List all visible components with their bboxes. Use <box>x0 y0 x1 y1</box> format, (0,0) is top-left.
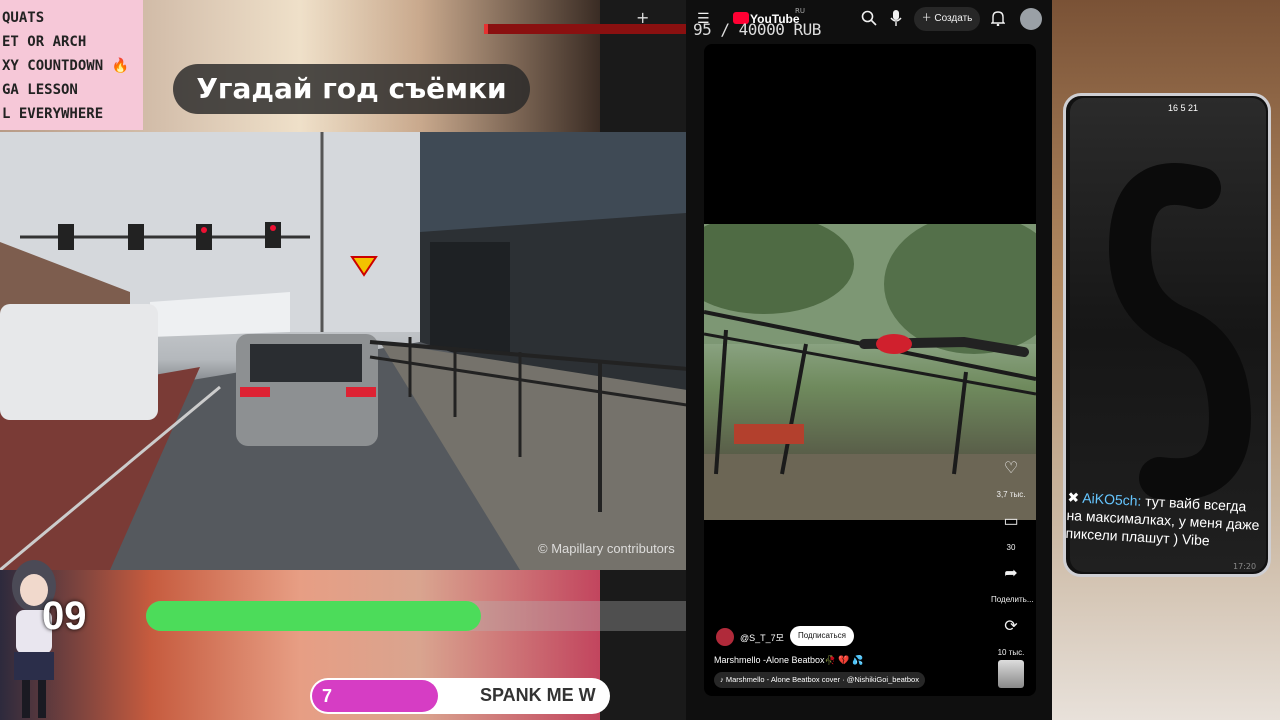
share-label: Поделить... <box>991 595 1034 604</box>
promo-line: ET OR ARCH <box>2 34 87 50</box>
like-count: 3,7 тыс. <box>996 490 1026 499</box>
phone-status-bar: 16 5 21 <box>1168 103 1199 113</box>
create-button[interactable]: ＋ Создать <box>914 7 980 31</box>
chat-username: AiKO5ch: <box>1081 489 1142 509</box>
pink-bar-text: SPANK ME W <box>480 685 596 705</box>
remix-count: 10 тыс. <box>997 648 1025 657</box>
share-button[interactable]: ➦ Поделить... <box>991 563 1034 604</box>
remix-button[interactable]: ⟳ 10 тыс. <box>991 616 1031 657</box>
traffic-light <box>58 224 74 250</box>
mic-icon[interactable] <box>890 10 902 30</box>
promo-line: XY COUNTDOWN 🔥 <box>2 58 130 74</box>
comment-icon: ▭ <box>1003 513 1019 530</box>
sound-chip[interactable]: ♪ Marshmello - Alone Beatbox cover · @Ni… <box>714 672 925 688</box>
short-video[interactable] <box>704 224 1036 520</box>
green-progress-fill <box>146 601 481 631</box>
channel-avatar[interactable] <box>716 628 734 646</box>
share-icon: ➦ <box>1004 565 1018 582</box>
plus-icon: ＋ <box>921 13 935 24</box>
round-counter: 09 <box>42 594 87 638</box>
like-button[interactable]: ♡ 3,7 тыс. <box>991 458 1031 499</box>
chat-icon: ✖ <box>1067 488 1083 506</box>
mapillary-credit: © Mapillary contributors <box>538 541 675 556</box>
comment-count: 30 <box>1006 543 1016 552</box>
promo-panel: QUATS ET OR ARCH XY COUNTDOWN 🔥 GA LESSO… <box>0 0 143 130</box>
donation-goal-text: 95 / 40000 RUB <box>693 20 821 39</box>
sound-thumbnail[interactable] <box>998 660 1024 688</box>
profile-avatar[interactable] <box>1020 8 1042 30</box>
chat-message: ✖ AiKO5ch: тут вайб всегда на максималка… <box>1065 488 1264 552</box>
remix-icon: ⟳ <box>1004 618 1018 635</box>
traffic-light <box>128 224 144 250</box>
comment-button[interactable]: ▭ 30 <box>991 511 1031 552</box>
phone-time: 17:20 <box>1233 562 1257 571</box>
create-label: Создать <box>934 13 973 24</box>
promo-line: GA LESSON <box>2 82 78 98</box>
bell-icon[interactable] <box>990 10 1006 30</box>
subscribe-button[interactable]: Подписаться <box>790 626 854 646</box>
search-icon[interactable] <box>861 10 877 30</box>
fire-icon: 🔥 <box>111 58 130 74</box>
green-progress-bar <box>146 601 704 631</box>
white-van <box>0 304 158 420</box>
promo-line: L EVERYWHERE <box>2 106 104 122</box>
heart-icon: ♡ <box>1003 460 1019 477</box>
region-label: RU <box>795 7 805 15</box>
street-view-image <box>0 132 700 570</box>
street-scene <box>0 132 700 570</box>
plus-icon: + <box>636 8 650 27</box>
guess-year-title: Угадай год съёмки <box>173 64 530 114</box>
channel-name[interactable]: @S_T_7모 <box>740 631 784 644</box>
donation-goal-fill <box>484 24 488 34</box>
short-title[interactable]: Marshmello -Alone Beatbox🥀 💔 💦 <box>714 655 863 666</box>
promo-line: QUATS <box>2 10 45 26</box>
pink-bar-number: 7 <box>322 686 333 706</box>
sound-label: Marshmello - Alone Beatbox cover · @Nish… <box>725 675 919 684</box>
